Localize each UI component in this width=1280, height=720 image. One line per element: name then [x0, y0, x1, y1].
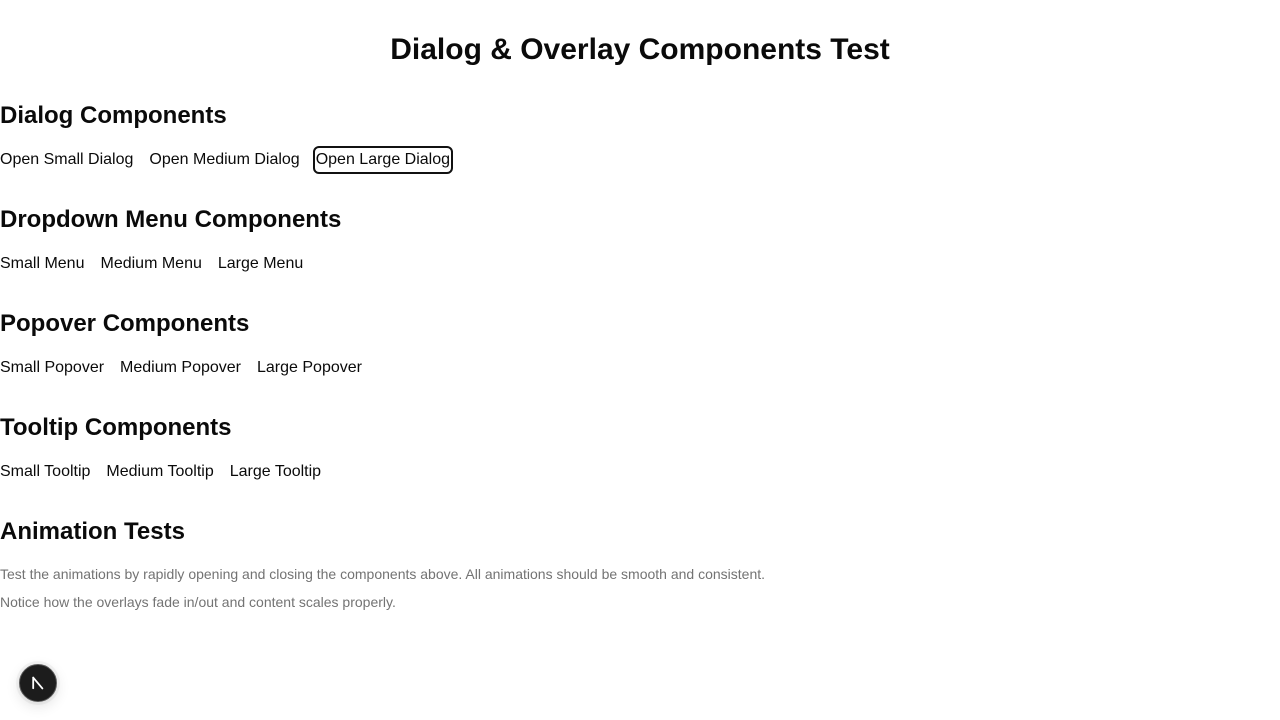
popover-section-title: Popover Components: [0, 310, 250, 337]
tooltip-section-title: Tooltip Components: [0, 414, 232, 441]
large-tooltip-button[interactable]: Large Tooltip: [230, 461, 321, 483]
dropdown-section-title: Dropdown Menu Components: [0, 206, 342, 233]
dialog-section-title: Dialog Components: [0, 102, 227, 129]
small-tooltip-button[interactable]: Small Tooltip: [0, 461, 90, 483]
dropdown-button-row: Small Menu Medium Menu Large Menu: [0, 252, 303, 276]
large-menu-button[interactable]: Large Menu: [218, 253, 303, 275]
open-small-dialog-button[interactable]: Open Small Dialog: [0, 149, 133, 171]
medium-popover-button[interactable]: Medium Popover: [120, 357, 241, 379]
nextjs-n-icon: [32, 676, 44, 690]
dialog-button-row: Open Small Dialog Open Medium Dialog Ope…: [0, 146, 454, 174]
medium-menu-button[interactable]: Medium Menu: [100, 253, 201, 275]
animation-note-2: Notice how the overlays fade in/out and …: [0, 594, 396, 610]
page-title: Dialog & Overlay Components Test: [390, 33, 890, 66]
animation-note-1: Test the animations by rapidly opening a…: [0, 566, 766, 582]
medium-tooltip-button[interactable]: Medium Tooltip: [106, 461, 213, 483]
small-popover-button[interactable]: Small Popover: [0, 357, 104, 379]
animation-section-title: Animation Tests: [0, 518, 185, 545]
popover-button-row: Small Popover Medium Popover Large Popov…: [0, 356, 362, 380]
tooltip-button-row: Small Tooltip Medium Tooltip Large Toolt…: [0, 460, 321, 484]
open-large-dialog-button[interactable]: Open Large Dialog: [312, 146, 454, 174]
open-medium-dialog-button[interactable]: Open Medium Dialog: [149, 149, 299, 171]
large-popover-button[interactable]: Large Popover: [257, 357, 362, 379]
small-menu-button[interactable]: Small Menu: [0, 253, 84, 275]
devtools-badge-button[interactable]: [19, 664, 57, 702]
